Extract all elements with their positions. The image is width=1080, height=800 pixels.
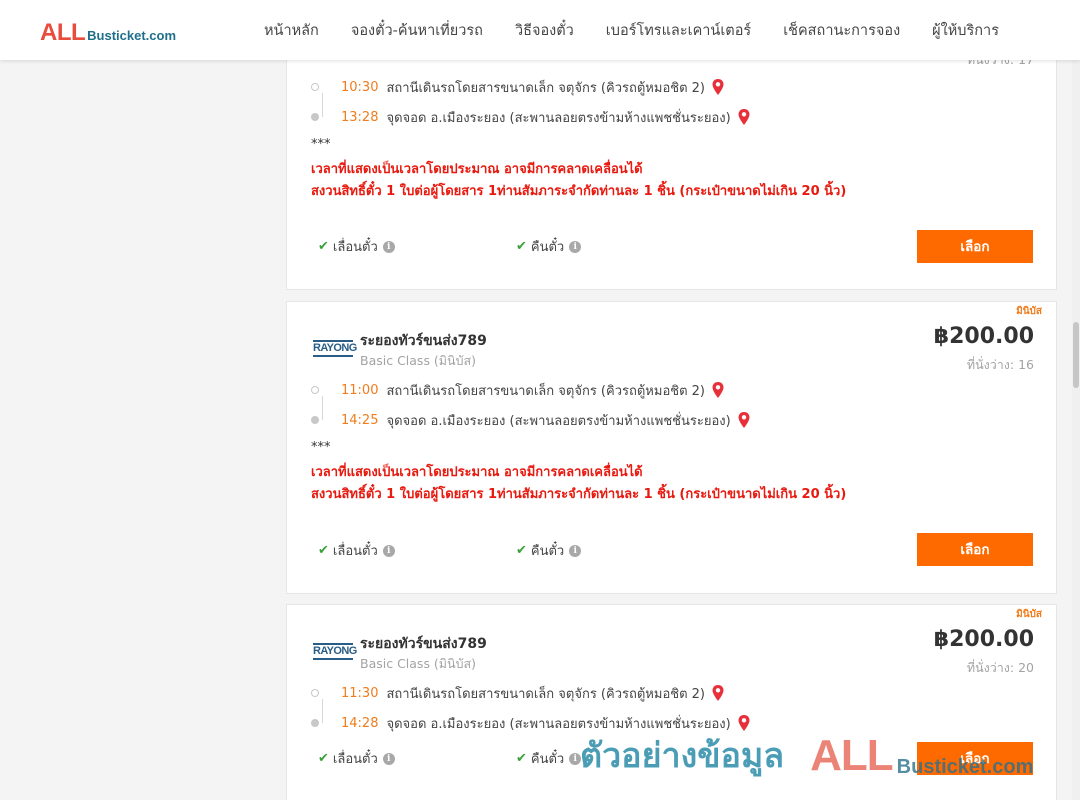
map-pin-icon[interactable] xyxy=(711,78,725,96)
arrival-stop: 14:25 จุดจอด อ.เมืองระยอง (สะพานลอยตรงข้… xyxy=(311,410,751,430)
note-stars: *** xyxy=(311,440,331,455)
feature-reschedule-label: เลื่อนตั๋ว xyxy=(332,752,378,767)
feature-refund-label: คืนตั๋ว xyxy=(530,752,565,767)
operator-name: ระยองทัวร์ขนส่ง789 xyxy=(360,636,487,652)
select-button[interactable]: เลือก xyxy=(917,230,1033,263)
arrival-time: 14:28 xyxy=(341,715,379,731)
departure-time: 10:30 xyxy=(341,79,379,95)
nav-operators[interactable]: ผู้ให้บริการ xyxy=(916,19,1015,42)
info-icon[interactable]: i xyxy=(382,240,395,253)
departure-dot xyxy=(311,689,319,697)
map-pin-icon[interactable] xyxy=(737,411,751,429)
note-luggage-policy: สงวนสิทธิ์ตั๋ว 1 ใบต่อผู้โดยสาร 1ท่านสัม… xyxy=(311,184,847,199)
arrival-stop: 13:28 จุดจอด อ.เมืองระยอง (สะพานลอยตรงข้… xyxy=(311,107,751,127)
feature-refund-label: คืนตั๋ว xyxy=(530,240,565,255)
vehicle-badge: มินิบัส xyxy=(1016,306,1042,317)
info-icon[interactable]: i xyxy=(569,240,582,253)
check-icon: ✔ xyxy=(318,543,329,558)
departure-place: สถานีเดินรถโดยสารขนาดเล็ก จตุจักร (คิวรถ… xyxy=(386,686,705,702)
note-stars: *** xyxy=(311,137,331,152)
operator-logo: RAYONG xyxy=(313,340,357,357)
feature-reschedule-label: เลื่อนตั๋ว xyxy=(332,240,378,255)
check-icon: ✔ xyxy=(516,543,527,558)
vehicle-badge: มินิบัส xyxy=(1016,609,1042,620)
arrival-dot xyxy=(311,113,319,121)
check-icon: ✔ xyxy=(318,239,329,254)
departure-stop: 10:30 สถานีเดินรถโดยสารขนาดเล็ก จตุจักร … xyxy=(311,77,725,97)
feature-reschedule: ✔ เลื่อนตั๋ว i xyxy=(318,540,395,561)
logo-all-text: ALL xyxy=(40,19,86,46)
page-scrollbar[interactable] xyxy=(1072,60,1080,800)
arrival-place: จุดจอด อ.เมืองระยอง (สะพานลอยตรงข้ามห้าง… xyxy=(386,110,731,126)
operator-logo-text: RAYONG xyxy=(313,645,357,657)
departure-dot xyxy=(311,83,319,91)
ticket-price: ฿200.00 xyxy=(933,324,1034,349)
feature-refund: ✔ คืนตั๋ว i xyxy=(516,540,582,561)
nav-book-search[interactable]: จองตั๋ว-ค้นหาเที่ยวรถ xyxy=(335,19,499,42)
map-pin-icon[interactable] xyxy=(711,381,725,399)
main-nav: หน้าหลัก จองตั๋ว-ค้นหาเที่ยวรถ วิธีจองตั… xyxy=(248,0,1015,60)
check-icon: ✔ xyxy=(516,239,527,254)
info-icon[interactable]: i xyxy=(569,544,582,557)
trip-card: ที่นั่งว่าง: 17 10:30 สถานีเดินรถโดยสารข… xyxy=(286,40,1057,290)
scrollbar-thumb[interactable] xyxy=(1073,322,1079,388)
bus-class: Basic Class (มินิบัส) xyxy=(360,656,477,671)
departure-stop: 11:30 สถานีเดินรถโดยสารขนาดเล็ก จตุจักร … xyxy=(311,683,725,703)
feature-reschedule-label: เลื่อนตั๋ว xyxy=(332,544,378,559)
nav-home[interactable]: หน้าหลัก xyxy=(248,19,335,42)
departure-time: 11:30 xyxy=(341,685,379,701)
select-button[interactable]: เลือก xyxy=(917,533,1033,566)
info-icon[interactable]: i xyxy=(382,544,395,557)
sample-watermark: ตัวอย่างข้อมูล ALL Busticket.com xyxy=(580,728,1034,780)
watermark-logo-site: Busticket.com xyxy=(896,756,1034,778)
seats-available: ที่นั่งว่าง: 16 xyxy=(966,357,1034,372)
arrival-place: จุดจอด อ.เมืองระยอง (สะพานลอยตรงข้ามห้าง… xyxy=(386,413,731,429)
check-icon: ✔ xyxy=(516,751,527,766)
note-time-estimate: เวลาที่แสดงเป็นเวลาโดยประมาณ อาจมีการคลา… xyxy=(311,162,643,177)
feature-refund-label: คืนตั๋ว xyxy=(530,544,565,559)
seats-available: ที่นั่งว่าง: 20 xyxy=(966,660,1034,675)
nav-how-to-book[interactable]: วิธีจองตั๋ว xyxy=(499,19,590,42)
departure-dot xyxy=(311,386,319,394)
watermark-logo-all: ALL xyxy=(810,731,894,780)
operator-name: ระยองทัวร์ขนส่ง789 xyxy=(360,333,487,349)
map-pin-icon[interactable] xyxy=(737,108,751,126)
logo-site-text: Busticket.com xyxy=(87,28,177,43)
arrival-time: 14:25 xyxy=(341,412,379,428)
note-luggage-policy: สงวนสิทธิ์ตั๋ว 1 ใบต่อผู้โดยสาร 1ท่านสัม… xyxy=(311,487,847,502)
nav-contact-counter[interactable]: เบอร์โทรและเคาน์เตอร์ xyxy=(590,19,767,42)
site-header: ALL Busticket.com หน้าหลัก จองตั๋ว-ค้นหา… xyxy=(0,0,1080,60)
trip-card: มินิบัส RAYONG ระยองทัวร์ขนส่ง789 Basic … xyxy=(286,301,1057,594)
check-icon: ✔ xyxy=(318,751,329,766)
departure-place: สถานีเดินรถโดยสารขนาดเล็ก จตุจักร (คิวรถ… xyxy=(386,383,705,399)
feature-reschedule: ✔ เลื่อนตั๋ว i xyxy=(318,236,395,257)
arrival-dot xyxy=(311,719,319,727)
note-time-estimate: เวลาที่แสดงเป็นเวลาโดยประมาณ อาจมีการคลา… xyxy=(311,465,643,480)
operator-logo-text: RAYONG xyxy=(313,342,357,354)
nav-check-booking[interactable]: เช็คสถานะการจอง xyxy=(767,19,916,42)
watermark-text: ตัวอย่างข้อมูล xyxy=(580,736,785,776)
departure-time: 11:00 xyxy=(341,382,379,398)
arrival-dot xyxy=(311,416,319,424)
operator-logo: RAYONG xyxy=(313,643,357,660)
ticket-price: ฿200.00 xyxy=(933,627,1034,652)
departure-place: สถานีเดินรถโดยสารขนาดเล็ก จตุจักร (คิวรถ… xyxy=(386,80,705,96)
map-pin-icon[interactable] xyxy=(711,684,725,702)
feature-refund: ✔ คืนตั๋ว i xyxy=(516,236,582,257)
feature-refund: ✔ คืนตั๋ว i xyxy=(516,748,582,769)
departure-stop: 11:00 สถานีเดินรถโดยสารขนาดเล็ก จตุจักร … xyxy=(311,380,725,400)
arrival-time: 13:28 xyxy=(341,109,379,125)
feature-reschedule: ✔ เลื่อนตั๋ว i xyxy=(318,748,395,769)
bus-class: Basic Class (มินิบัส) xyxy=(360,353,477,368)
info-icon[interactable]: i xyxy=(382,752,395,765)
site-logo[interactable]: ALL Busticket.com xyxy=(40,19,176,47)
